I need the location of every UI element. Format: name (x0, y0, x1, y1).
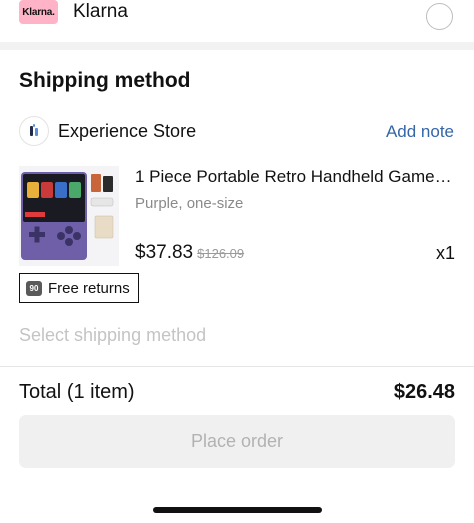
free-returns-icon: 90 (26, 280, 42, 296)
klarna-logo: Klarna. (19, 0, 58, 24)
free-returns-badge: 90 Free returns (19, 273, 139, 303)
total-text: Total (19, 381, 62, 403)
add-note-link[interactable]: Add note (386, 122, 454, 142)
payment-option-klarna[interactable]: Klarna. Klarna (0, 0, 474, 42)
store-name: Experience Store (58, 121, 197, 141)
free-returns-label: Free returns (48, 279, 130, 297)
product-title[interactable]: 1 Piece Portable Retro Handheld Game Con… (135, 167, 455, 187)
price-row: $37.83 $126.09 (135, 242, 244, 264)
divider (0, 366, 474, 367)
store-logo-icon (19, 116, 49, 146)
section-title: Shipping method (19, 69, 191, 92)
product-original-price: $126.09 (197, 246, 245, 261)
product-quantity: x1 (435, 243, 455, 263)
home-indicator[interactable] (153, 507, 322, 513)
product-price: $37.83 (135, 242, 194, 263)
place-order-button[interactable]: Place order (19, 415, 455, 468)
payment-option-name: Klarna (73, 1, 128, 22)
item-count: (1 item) (66, 381, 135, 403)
product-image[interactable] (19, 166, 119, 266)
product-variant[interactable]: Purple, one-size (135, 195, 243, 212)
payment-radio-button[interactable] (426, 3, 453, 30)
total-label: Total (1 item) (19, 381, 135, 404)
section-divider (0, 42, 474, 50)
total-value: $26.48 (393, 381, 455, 403)
select-shipping-method[interactable]: Select shipping method (19, 325, 206, 346)
store-row: Experience Store Add note (19, 116, 455, 148)
